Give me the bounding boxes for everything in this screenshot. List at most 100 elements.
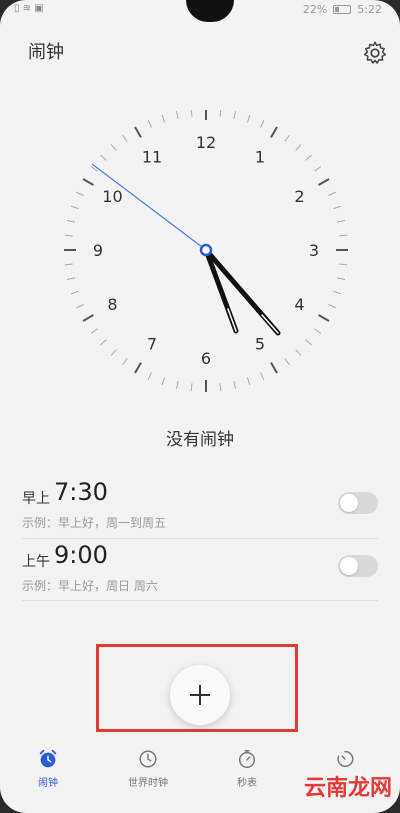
alarm-period: 上午 — [22, 554, 50, 570]
clock-tick — [100, 154, 107, 161]
clock-number: 6 — [201, 349, 211, 368]
tab-alarm[interactable]: 闹钟 — [8, 748, 88, 789]
clock-number: 2 — [294, 187, 304, 206]
clock-tick — [100, 339, 107, 346]
clock-tick — [260, 120, 265, 128]
clock-tick — [328, 191, 336, 196]
clock-tick — [64, 234, 73, 237]
alarm-period: 早上 — [22, 491, 50, 507]
clock-tick — [233, 110, 237, 120]
clock-tick — [260, 372, 265, 380]
clock-tick — [122, 134, 128, 142]
clock-tick — [339, 263, 348, 266]
clock-tick — [190, 110, 193, 117]
status-bar-right: 22% 5:22 — [303, 3, 382, 16]
divider — [22, 538, 378, 539]
clock-tick — [336, 277, 346, 281]
clock-tick — [233, 380, 237, 390]
alarm-time: 9:00 — [54, 541, 108, 569]
clock-tick — [122, 358, 128, 366]
tab-label: 世界时钟 — [128, 778, 168, 789]
hour-hand-tip — [227, 308, 237, 332]
clock-number: 11 — [142, 147, 162, 166]
clock-tick — [305, 339, 312, 346]
clock-tick — [219, 110, 222, 117]
alarm-item[interactable]: 上午 9:00 示例：早上好，周日 周六 — [22, 541, 378, 599]
tab-stopwatch[interactable]: 秒表 — [207, 748, 287, 789]
world-clock-icon — [139, 750, 157, 768]
second-hand — [91, 163, 207, 251]
tab-label: 闹钟 — [38, 778, 58, 789]
alarm-subtitle: 示例：早上好，周日 周六 — [22, 579, 158, 593]
clock-tick — [161, 377, 166, 386]
clock-tick — [219, 383, 222, 392]
stopwatch-icon — [238, 750, 256, 768]
clock-number: 1 — [255, 147, 265, 166]
clock-tick — [314, 166, 322, 172]
alarm-item[interactable]: 早上 7:30 示例：早上好，周一到周五 — [22, 478, 378, 536]
watermark-text: 云南龙网 — [303, 776, 392, 801]
clock-number: 12 — [196, 133, 216, 152]
camera-notch — [186, 0, 234, 22]
clock-number: 8 — [107, 295, 117, 314]
status-icons: ▯ ≋ ▣ — [14, 3, 44, 14]
clock-tick — [64, 263, 73, 266]
clock-tick — [147, 120, 152, 128]
alarm-toggle[interactable] — [338, 555, 378, 577]
clock-number: 3 — [309, 241, 319, 260]
clock-tick — [161, 114, 166, 123]
clock-tick — [295, 144, 302, 151]
clock-tick — [110, 144, 117, 151]
clock-number: 4 — [294, 295, 304, 314]
clock-tick — [284, 358, 290, 366]
clock-tick — [134, 362, 142, 374]
clock-tick — [284, 134, 290, 142]
clock-tick — [66, 277, 76, 281]
clock-tick — [190, 383, 193, 392]
clock-tick — [66, 219, 76, 223]
page-title: 闹钟 — [28, 42, 64, 63]
clock-tick — [246, 377, 251, 386]
clock-tick — [90, 328, 98, 334]
alarm-subtitle: 示例：早上好，周一到周五 — [22, 516, 167, 530]
clock-app-screen: ▯ ≋ ▣ 22% 5:22 闹钟 12 1 2 3 4 5 6 7 8 9 10 11 没有闹钟 早… — [0, 0, 400, 813]
clock-tick — [82, 314, 94, 322]
gear-icon[interactable] — [362, 40, 388, 66]
status-time: 5:22 — [357, 3, 382, 16]
tab-label: 秒表 — [237, 778, 257, 789]
clock-tick — [246, 114, 251, 123]
clock-tick — [76, 191, 84, 196]
clock-number: 5 — [255, 335, 265, 354]
clock-tick — [270, 362, 278, 374]
clock-tick — [333, 290, 342, 295]
clock-center-dot — [199, 243, 213, 257]
alarm-time: 7:30 — [54, 478, 108, 506]
clock-tick — [318, 314, 330, 322]
divider — [22, 600, 378, 601]
tab-world-clock[interactable]: 世界时钟 — [108, 748, 188, 789]
clock-tick — [70, 290, 79, 295]
clock-tick — [147, 372, 152, 380]
clock-tick — [270, 126, 278, 138]
clock-tick — [336, 219, 346, 223]
clock-tick — [333, 205, 342, 210]
battery-icon — [333, 5, 352, 14]
minute-hand-tip — [261, 314, 279, 334]
clock-tick — [175, 380, 179, 390]
alarm-clock-icon — [39, 749, 57, 768]
clock-tick — [318, 178, 330, 186]
clock-number: 9 — [93, 241, 103, 260]
clock-tick — [295, 349, 302, 356]
analog-clock: 121234567891011 — [64, 110, 348, 392]
timer-icon — [337, 750, 354, 767]
clock-tick — [328, 304, 336, 309]
clock-number: 7 — [147, 335, 157, 354]
clock-tick — [82, 178, 94, 186]
highlight-box — [96, 644, 298, 732]
alarm-toggle[interactable] — [338, 492, 378, 514]
clock-tick — [339, 234, 348, 237]
clock-tick — [70, 205, 79, 210]
clock-tick — [134, 126, 142, 138]
empty-state-text: 没有闹钟 — [166, 430, 234, 450]
clock-tick — [314, 328, 322, 334]
